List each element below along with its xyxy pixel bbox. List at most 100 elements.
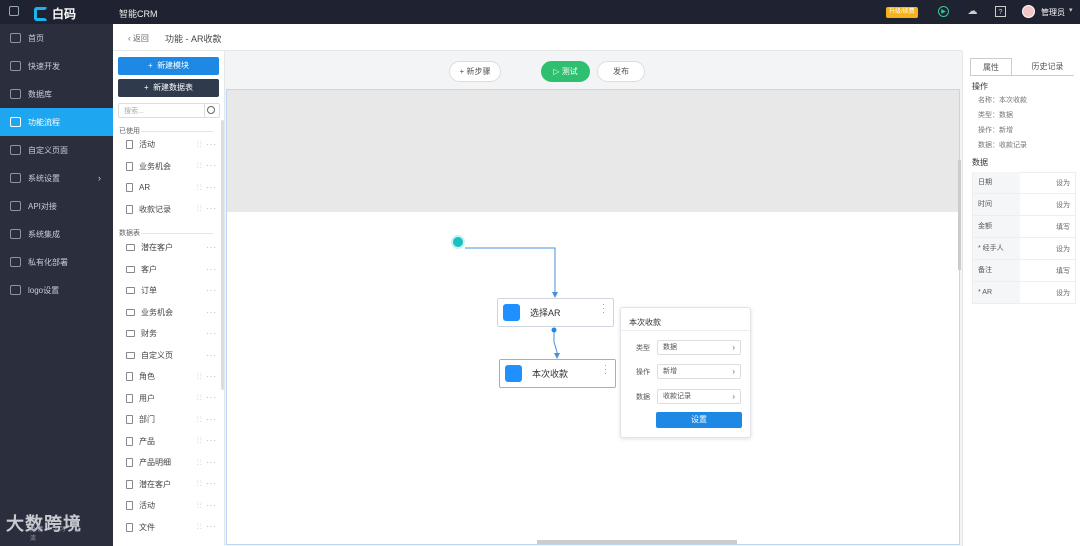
field-label: 日期 xyxy=(973,172,1020,193)
table-actions-icon[interactable]: ⫶⫶ ··· xyxy=(197,458,217,468)
flow-node-collect[interactable]: 本次收款 · · · xyxy=(499,359,616,388)
module-scrollbar[interactable] xyxy=(221,120,224,390)
cube-icon xyxy=(505,365,522,382)
table-actions-icon[interactable]: ⫶⫶ ··· xyxy=(197,522,217,532)
used-module-item[interactable]: 业务机会 ⫶⫶ ··· xyxy=(126,159,221,174)
table-actions-icon[interactable]: ··· xyxy=(206,351,217,360)
table-item[interactable]: 财务 ··· xyxy=(126,326,221,341)
module-actions-icon[interactable]: ⫶⫶ ··· xyxy=(197,140,217,150)
used-section-title: 已使用 xyxy=(119,128,140,135)
table-item[interactable]: 用户 ⫶⫶ ··· xyxy=(126,391,221,406)
sidebar-item[interactable]: 首页 xyxy=(0,24,113,52)
canvas-vertical-scrollbar[interactable] xyxy=(958,160,961,270)
user-name[interactable]: 管理员 xyxy=(1041,7,1065,18)
upgrade-badge[interactable]: 升级/续费 xyxy=(886,7,918,18)
field-action-link[interactable]: 填写 xyxy=(1056,266,1070,276)
publish-button[interactable]: 发布 xyxy=(597,61,645,82)
table-item[interactable]: 自定义页 ··· xyxy=(126,348,221,363)
used-module-item[interactable]: 收款记录 ⫶⫶ ··· xyxy=(126,202,221,217)
sidebar-item[interactable]: 自定义页面 xyxy=(0,136,113,164)
node-menu-icon[interactable]: · · · xyxy=(604,361,607,378)
file-icon xyxy=(126,501,133,510)
menu-item-icon xyxy=(10,145,21,155)
table-actions-icon[interactable]: ··· xyxy=(206,329,217,338)
file-icon xyxy=(126,204,133,214)
field-action-link[interactable]: 设为 xyxy=(1056,178,1070,188)
table-item[interactable]: 活动 ⫶⫶ ··· xyxy=(126,498,221,513)
field-action-link[interactable]: 填写 xyxy=(1056,222,1070,232)
used-module-item[interactable]: AR ⫶⫶ ··· xyxy=(126,180,221,195)
settings-button[interactable]: 设置 xyxy=(656,412,742,428)
table-item[interactable]: 业务机会 ··· xyxy=(126,305,221,320)
play-icon[interactable]: ▶ xyxy=(938,6,949,17)
table-label: 产品 xyxy=(139,436,155,446)
chevron-down-icon[interactable]: ▾ xyxy=(1069,6,1073,14)
table-actions-icon[interactable]: ⫶⫶ ··· xyxy=(197,479,217,489)
file-icon xyxy=(126,140,133,149)
module-label: 业务机会 xyxy=(139,161,171,171)
table-item[interactable]: 客户 ··· xyxy=(126,262,221,277)
sidebar-item[interactable]: logo设置 xyxy=(0,276,113,304)
module-actions-icon[interactable]: ⫶⫶ ··· xyxy=(197,161,217,171)
sidebar-item[interactable]: 数据库 xyxy=(0,80,113,108)
operation-select[interactable]: 新增 › xyxy=(657,364,741,379)
used-module-item[interactable]: 活动 ⫶⫶ ··· xyxy=(126,137,221,152)
avatar[interactable] xyxy=(1022,5,1035,18)
node-label: 本次收款 xyxy=(532,369,569,379)
table-item[interactable]: 订单 ··· xyxy=(126,283,221,298)
operation-detail: 操作：新增 xyxy=(978,127,1013,134)
module-actions-icon[interactable]: ⫶⫶ ··· xyxy=(197,183,217,193)
canvas-horizontal-scrollbar[interactable] xyxy=(537,540,737,544)
table-actions-icon[interactable]: ⫶⫶ ··· xyxy=(197,436,217,446)
table-actions-icon[interactable]: ⫶⫶ ··· xyxy=(197,501,217,511)
data-select[interactable]: 收款记录 › xyxy=(657,389,741,404)
sidebar-item-label: 系统设置 xyxy=(28,173,60,183)
grid-menu-icon[interactable] xyxy=(9,6,19,16)
node-menu-icon[interactable]: · · · xyxy=(602,300,605,317)
new-table-button[interactable]: + 新建数据表 xyxy=(118,79,219,97)
table-actions-icon[interactable]: ··· xyxy=(206,243,217,252)
start-node-flag-icon[interactable] xyxy=(451,235,465,249)
table-actions-icon[interactable]: ⫶⫶ ··· xyxy=(197,372,217,382)
back-button[interactable]: ‹ 返回 xyxy=(128,33,149,44)
new-module-button[interactable]: + 新建模块 xyxy=(118,57,219,75)
cloud-icon[interactable]: ☁ xyxy=(967,6,978,17)
table-actions-icon[interactable]: ··· xyxy=(206,286,217,295)
sidebar-item-label: 自定义页面 xyxy=(28,145,68,155)
table-item[interactable]: 角色 ⫶⫶ ··· xyxy=(126,369,221,384)
flow-node-select-ar[interactable]: 选择AR · · · xyxy=(497,298,614,327)
test-button[interactable]: ▷ 测试 xyxy=(541,61,590,82)
sidebar-item[interactable]: 快速开发 xyxy=(0,52,113,80)
sidebar-item[interactable]: API对接 xyxy=(0,192,113,220)
table-item[interactable]: 部门 ⫶⫶ ··· xyxy=(126,412,221,427)
type-select[interactable]: 数据 › xyxy=(657,340,741,355)
field-action-link[interactable]: 设为 xyxy=(1056,288,1070,298)
sidebar-item[interactable]: 功能流程 xyxy=(0,108,113,136)
table-actions-icon[interactable]: ··· xyxy=(206,308,217,317)
sidebar-item[interactable]: 私有化部署 xyxy=(0,248,113,276)
field-action-link[interactable]: 设为 xyxy=(1056,244,1070,254)
table-label: 用户 xyxy=(139,393,155,403)
help-icon[interactable]: ? xyxy=(995,6,1006,17)
table-actions-icon[interactable]: ⫶⫶ ··· xyxy=(197,415,217,425)
new-step-button[interactable]: + 新步骤 xyxy=(449,61,501,82)
search-icon[interactable] xyxy=(207,106,215,114)
field-action-link[interactable]: 设为 xyxy=(1056,200,1070,210)
table-item[interactable]: 潜在客户 ··· xyxy=(126,240,221,255)
search-input[interactable]: 搜索... xyxy=(118,103,220,118)
menu-item-icon xyxy=(10,285,21,295)
tab-properties[interactable]: 属性 xyxy=(970,58,1012,76)
table-item[interactable]: 产品 ⫶⫶ ··· xyxy=(126,434,221,449)
tab-history[interactable]: 历史记录 xyxy=(1025,58,1070,76)
table-actions-icon[interactable]: ⫶⫶ ··· xyxy=(197,393,217,403)
table-item[interactable]: 潜在客户 ⫶⫶ ··· xyxy=(126,477,221,492)
sidebar-item[interactable]: 系统集成 xyxy=(0,220,113,248)
file-icon xyxy=(126,372,133,381)
table-actions-icon[interactable]: ··· xyxy=(206,265,217,274)
sidebar-item[interactable]: 系统设置 › xyxy=(0,164,113,192)
table-item[interactable]: 产品明细 ⫶⫶ ··· xyxy=(126,455,221,470)
table-item[interactable]: 文件 ⫶⫶ ··· xyxy=(126,520,221,535)
module-actions-icon[interactable]: ⫶⫶ ··· xyxy=(197,204,217,214)
table-label: 文件 xyxy=(139,522,155,532)
data-title: 数据 xyxy=(972,158,988,167)
